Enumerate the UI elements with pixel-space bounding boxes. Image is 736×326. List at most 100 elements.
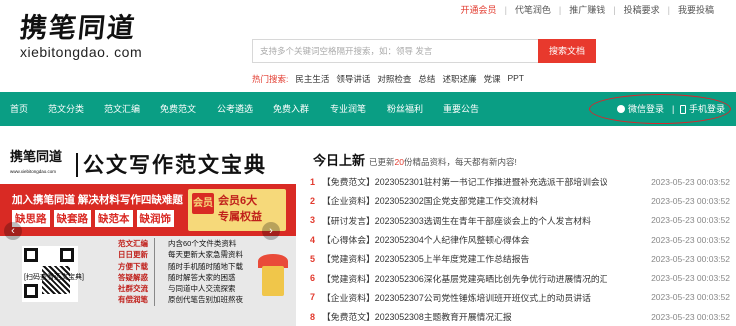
wechat-login-link[interactable]: 微信登录 xyxy=(617,92,664,126)
carousel-prev-button[interactable]: ‹ xyxy=(4,222,22,240)
search-button[interactable]: 搜索文档 xyxy=(538,39,596,63)
qr-caption: [扫码查看范文宝典] xyxy=(24,274,84,281)
item-date: 2023-05-23 00:03:52 xyxy=(651,253,730,264)
item-category[interactable]: 【免费范文】 xyxy=(322,175,375,188)
item-title[interactable]: 2023052307公司党性锤炼培训班开班仪式上的动员讲话 xyxy=(375,291,607,304)
hot-searches: 热门搜索: 民主生活 领导讲话 对照检查 总结 述职述廉 党课 PPT xyxy=(252,73,531,85)
nav-fans-benefit[interactable]: 粉丝福利 xyxy=(387,92,423,126)
item-category[interactable]: 【企业资料】 xyxy=(322,291,375,304)
item-category[interactable]: 【心得体会】 xyxy=(322,233,375,246)
gift-illustration xyxy=(254,246,288,316)
member-text-line: 会员6大 xyxy=(218,195,258,207)
item-title[interactable]: 2023052301驻村第一书记工作推进暨补充选派干部培训会议... xyxy=(375,175,607,188)
banner-logo: 携笔同道 www.xiebitongdao.com xyxy=(10,151,72,179)
login-separator: | xyxy=(672,104,675,114)
hot-word[interactable]: 民主生活 xyxy=(295,73,329,85)
nav-category[interactable]: 范文分类 xyxy=(48,92,84,126)
list-item[interactable]: 1 【免费范文】 2023052301驻村第一书记工作推进暨补充选派干部培训会议… xyxy=(310,172,730,191)
item-title[interactable]: 2023052304个人纪律作风整顿心得体会 xyxy=(375,233,607,246)
item-index: 5 xyxy=(310,253,316,264)
ghostwrite-link[interactable]: 代笔润色 xyxy=(507,3,559,16)
item-title[interactable]: 2023052305上半年度党建工作总结报告 xyxy=(375,252,607,265)
item-date: 2023-05-23 00:03:52 xyxy=(651,292,730,303)
hot-word[interactable]: 总结 xyxy=(418,73,435,85)
feature-item: 答疑解惑 xyxy=(118,272,148,282)
phone-login-link[interactable]: 手机登录 xyxy=(680,92,725,126)
item-title[interactable]: 2023052302国企党支部党建工作交流材料 xyxy=(375,194,607,207)
item-date: 2023-05-23 00:03:52 xyxy=(651,311,730,322)
item-date: 2023-05-23 00:03:52 xyxy=(651,176,730,187)
nav-exam[interactable]: 公考遴选 xyxy=(217,92,253,126)
phone-icon xyxy=(680,104,686,114)
top-links: 开通会员 | 代笔润色 | 推广赚钱 | 投稿要求 | 我要投稿 xyxy=(453,3,722,16)
list-item[interactable]: 8 【免费范文】 2023052308主题教育开展情况汇报 2023-05-23… xyxy=(310,307,730,326)
site-logo[interactable]: 携笔同道 xiebitongdao. com xyxy=(18,13,170,60)
list-item[interactable]: 6 【党建资料】 2023052306深化基层党建亮晒比创先争优行动进展情况的汇… xyxy=(310,268,730,287)
feature-desc: 与同道中人交流探索 xyxy=(168,284,236,294)
feature-desc: 随时解答大家的困惑 xyxy=(168,272,236,282)
desc-prefix: 已更新 xyxy=(369,157,395,167)
feature-item: 方便下载 xyxy=(118,261,148,271)
hot-word[interactable]: 对照检查 xyxy=(377,73,411,85)
list-item[interactable]: 2 【企业资料】 2023052302国企党支部党建工作交流材料 2023-05… xyxy=(310,191,730,210)
item-title[interactable]: 2023052308主题教育开展情况汇报 xyxy=(375,310,607,323)
desc-suffix: 份精品资料，每天都有新内容! xyxy=(404,157,517,167)
feature-desc: 随时手机随时随地下载 xyxy=(168,261,243,271)
banner-feature-list: 范文汇编 日日更新 方便下载 答疑解惑 社群交流 有偿润笔 xyxy=(118,238,155,306)
list-item[interactable]: 3 【研讨发言】 2023052303选调生在青年干部座谈会上的个人发言材料 2… xyxy=(310,211,730,230)
article-list: 1 【免费范文】 2023052301驻村第一书记工作推进暨补充选派干部培训会议… xyxy=(310,172,730,326)
banner-red-section: 加入携笔同道 解决材料写作四缺难题 缺思路 缺套路 缺范本 缺润饰 会员 会员6… xyxy=(0,184,296,236)
qr-finder xyxy=(60,248,74,262)
member-text: 会员6大 专属权益 xyxy=(218,193,262,225)
hot-word[interactable]: 述职述廉 xyxy=(442,73,476,85)
promo-banner[interactable]: 携笔同道 www.xiebitongdao.com 公文写作范文宝典 加入携笔同… xyxy=(0,146,296,326)
feature-item: 有偿润笔 xyxy=(118,295,148,305)
promote-link[interactable]: 推广赚钱 xyxy=(561,3,613,16)
nav-free[interactable]: 免费范文 xyxy=(160,92,196,126)
today-new-header: 今日上新 已更新20份精品资料，每天都有新内容! xyxy=(313,150,517,169)
item-title[interactable]: 2023052306深化基层党建亮晒比创先争优行动进展情况的汇报 xyxy=(375,272,607,285)
member-label: 会员 xyxy=(192,193,214,214)
hot-word[interactable]: 领导讲话 xyxy=(336,73,370,85)
carousel-next-button[interactable]: › xyxy=(262,222,280,240)
nav-polish[interactable]: 专业润笔 xyxy=(330,92,366,126)
update-count: 20 xyxy=(394,157,404,167)
gift-box xyxy=(262,266,284,296)
submission-rules-link[interactable]: 投稿要求 xyxy=(616,3,668,16)
search-input[interactable]: 支持多个关键词空格隔开搜索，如：领导 发言 xyxy=(252,39,538,63)
item-category[interactable]: 【企业资料】 xyxy=(322,194,375,207)
item-index: 7 xyxy=(310,292,316,303)
feature-desc: 每天更新大家急需资料 xyxy=(168,250,243,260)
item-date: 2023-05-23 00:03:52 xyxy=(651,234,730,245)
item-category[interactable]: 【免费范文】 xyxy=(322,310,375,323)
open-vip-link[interactable]: 开通会员 xyxy=(453,3,505,16)
nav-join-group[interactable]: 免费入群 xyxy=(273,92,309,126)
item-date: 2023-05-23 00:03:52 xyxy=(651,215,730,226)
banner-header: 携笔同道 www.xiebitongdao.com 公文写作范文宝典 xyxy=(0,146,296,184)
member-text-line: 专属权益 xyxy=(218,211,262,223)
nav-announcement[interactable]: 重要公告 xyxy=(443,92,479,126)
list-item[interactable]: 4 【心得体会】 2023052304个人纪律作风整顿心得体会 2023-05-… xyxy=(310,230,730,249)
logo-english: xiebitongdao. com xyxy=(20,44,143,60)
banner-feature-desc-list: 内含60个文件类资料 每天更新大家急需资料 随时手机随时随地下载 随时解答大家的… xyxy=(168,238,243,306)
item-category[interactable]: 【党建资料】 xyxy=(322,252,375,265)
list-item[interactable]: 7 【企业资料】 2023052307公司党性锤炼培训班开班仪式上的动员讲话 2… xyxy=(310,288,730,307)
banner-slogan: 加入携笔同道 解决材料写作四缺难题 xyxy=(12,194,183,206)
list-item[interactable]: 5 【党建资料】 2023052305上半年度党建工作总结报告 2023-05-… xyxy=(310,249,730,268)
nav-home[interactable]: 首页 xyxy=(10,92,28,126)
item-category[interactable]: 【研讨发言】 xyxy=(322,214,375,227)
banner-tag: 缺套路 xyxy=(53,210,91,227)
banner-title: 公文写作范文宝典 xyxy=(76,153,267,177)
item-index: 1 xyxy=(310,176,316,187)
item-index: 8 xyxy=(310,311,316,322)
item-category[interactable]: 【党建资料】 xyxy=(322,272,375,285)
submit-link[interactable]: 我要投稿 xyxy=(670,3,722,16)
item-title[interactable]: 2023052303选调生在青年干部座谈会上的个人发言材料 xyxy=(375,214,607,227)
hot-word[interactable]: 党课 xyxy=(483,73,500,85)
hot-word[interactable]: PPT xyxy=(507,73,524,85)
qr-finder xyxy=(24,284,38,298)
item-index: 4 xyxy=(310,234,316,245)
wechat-icon xyxy=(617,105,625,113)
nav-compilation[interactable]: 范文汇编 xyxy=(104,92,140,126)
feature-item: 日日更新 xyxy=(118,250,148,260)
